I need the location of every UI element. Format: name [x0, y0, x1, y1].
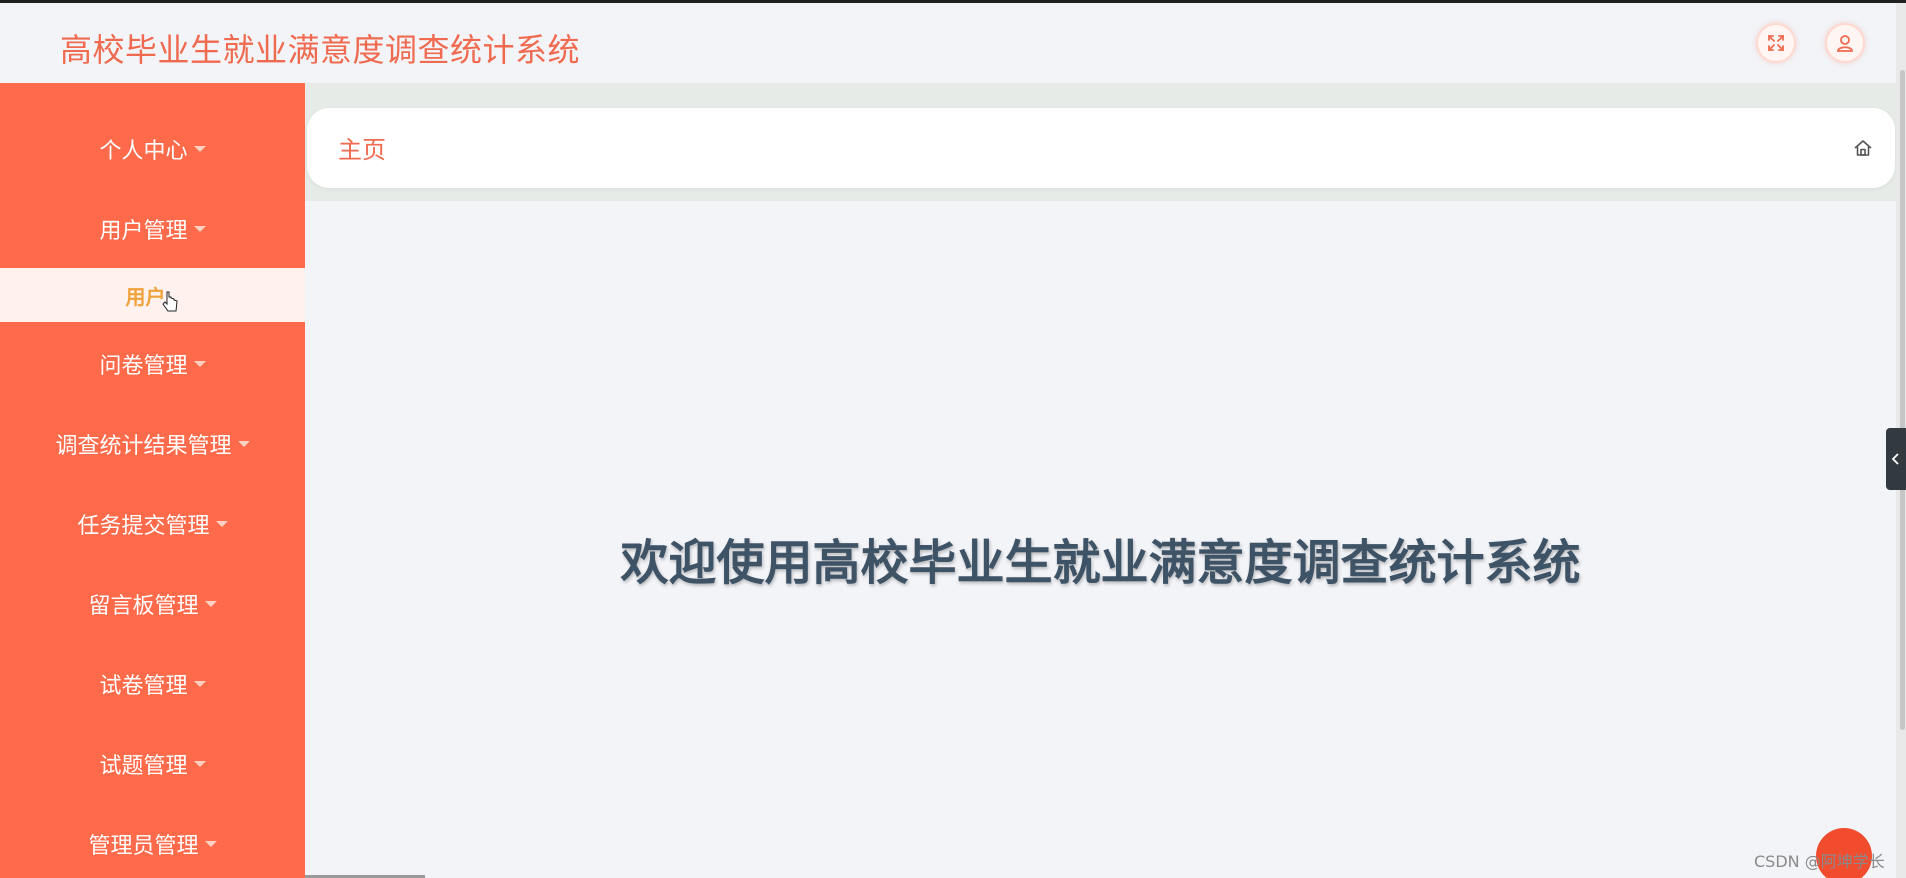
- pointer-cursor-icon: [161, 291, 178, 312]
- chevron-down-icon: [193, 146, 206, 152]
- sidebar-item-exam-paper-management[interactable]: 试卷管理: [0, 644, 305, 724]
- user-icon: [1837, 35, 1853, 52]
- sidebar-item-questionnaire-management[interactable]: 问卷管理: [0, 324, 305, 404]
- sidebar-item-label: 管理员管理: [88, 834, 199, 859]
- chevron-down-icon: [237, 441, 250, 447]
- fullscreen-icon: [1768, 35, 1784, 51]
- chevron-down-icon: [204, 841, 217, 847]
- sidebar-item-survey-results-management[interactable]: 调查统计结果管理: [0, 404, 305, 484]
- side-collapse-tab[interactable]: [1886, 428, 1906, 490]
- sidebar-item-admin-management[interactable]: 管理员管理: [0, 804, 305, 878]
- sidebar-item-task-submission-management[interactable]: 任务提交管理: [0, 484, 305, 564]
- app-title: 高校毕业生就业满意度调查统计系统: [60, 31, 581, 69]
- sidebar-item-label: 留言板管理: [88, 594, 199, 619]
- welcome-heading: 欢迎使用高校毕业生就业满意度调查统计系统: [620, 535, 1581, 591]
- sidebar-item-label: 用户管理: [99, 219, 188, 244]
- user-button[interactable]: [1825, 23, 1865, 63]
- breadcrumb-home-link[interactable]: 主页: [338, 130, 386, 165]
- page-scrollbar-thumb[interactable]: [1900, 70, 1905, 730]
- chevron-left-icon: [1891, 453, 1899, 465]
- chevron-down-icon: [215, 521, 228, 527]
- sidebar-item-label: 试卷管理: [99, 674, 188, 699]
- breadcrumb: 主页: [307, 108, 1895, 188]
- fullscreen-button[interactable]: [1756, 23, 1796, 63]
- chevron-down-icon: [204, 601, 217, 607]
- sidebar-item-label: 任务提交管理: [77, 514, 210, 539]
- main-content: 主页 欢迎使用高校毕业生就业满意度调查统计系统: [305, 83, 1896, 878]
- sidebar-item-question-management[interactable]: 试题管理: [0, 724, 305, 804]
- sidebar-item-personal-center[interactable]: 个人中心: [0, 109, 305, 189]
- home-icon[interactable]: [1853, 138, 1873, 158]
- sidebar-item-message-board-management[interactable]: 留言板管理: [0, 564, 305, 644]
- chevron-down-icon: [193, 361, 206, 367]
- sidebar-item-label: 试题管理: [99, 754, 188, 779]
- sidebar-item-user-management[interactable]: 用户管理: [0, 189, 305, 269]
- sidebar-item-label: 问卷管理: [99, 354, 188, 379]
- sidebar-subitem-label: 用户: [125, 284, 166, 309]
- sidebar-item-label: 个人中心: [99, 139, 188, 164]
- sidebar: 个人中心 用户管理 用户 问卷管理 调查统计结果管理 任务提交管理 留言板管理: [0, 83, 305, 878]
- app-page: 高校毕业生就业满意度调查统计系统 个人中心 用户管理 用户 问卷管理 调查统计结…: [0, 0, 1906, 878]
- chevron-down-icon: [193, 761, 206, 767]
- sidebar-item-label: 调查统计结果管理: [55, 434, 232, 459]
- chevron-down-icon: [193, 226, 206, 232]
- chevron-down-icon: [193, 681, 206, 687]
- sidebar-subitem-users[interactable]: 用户: [0, 268, 305, 322]
- top-header: 高校毕业生就业满意度调查统计系统: [0, 3, 1896, 83]
- watermark: CSDN @阿坤学长: [1754, 852, 1885, 871]
